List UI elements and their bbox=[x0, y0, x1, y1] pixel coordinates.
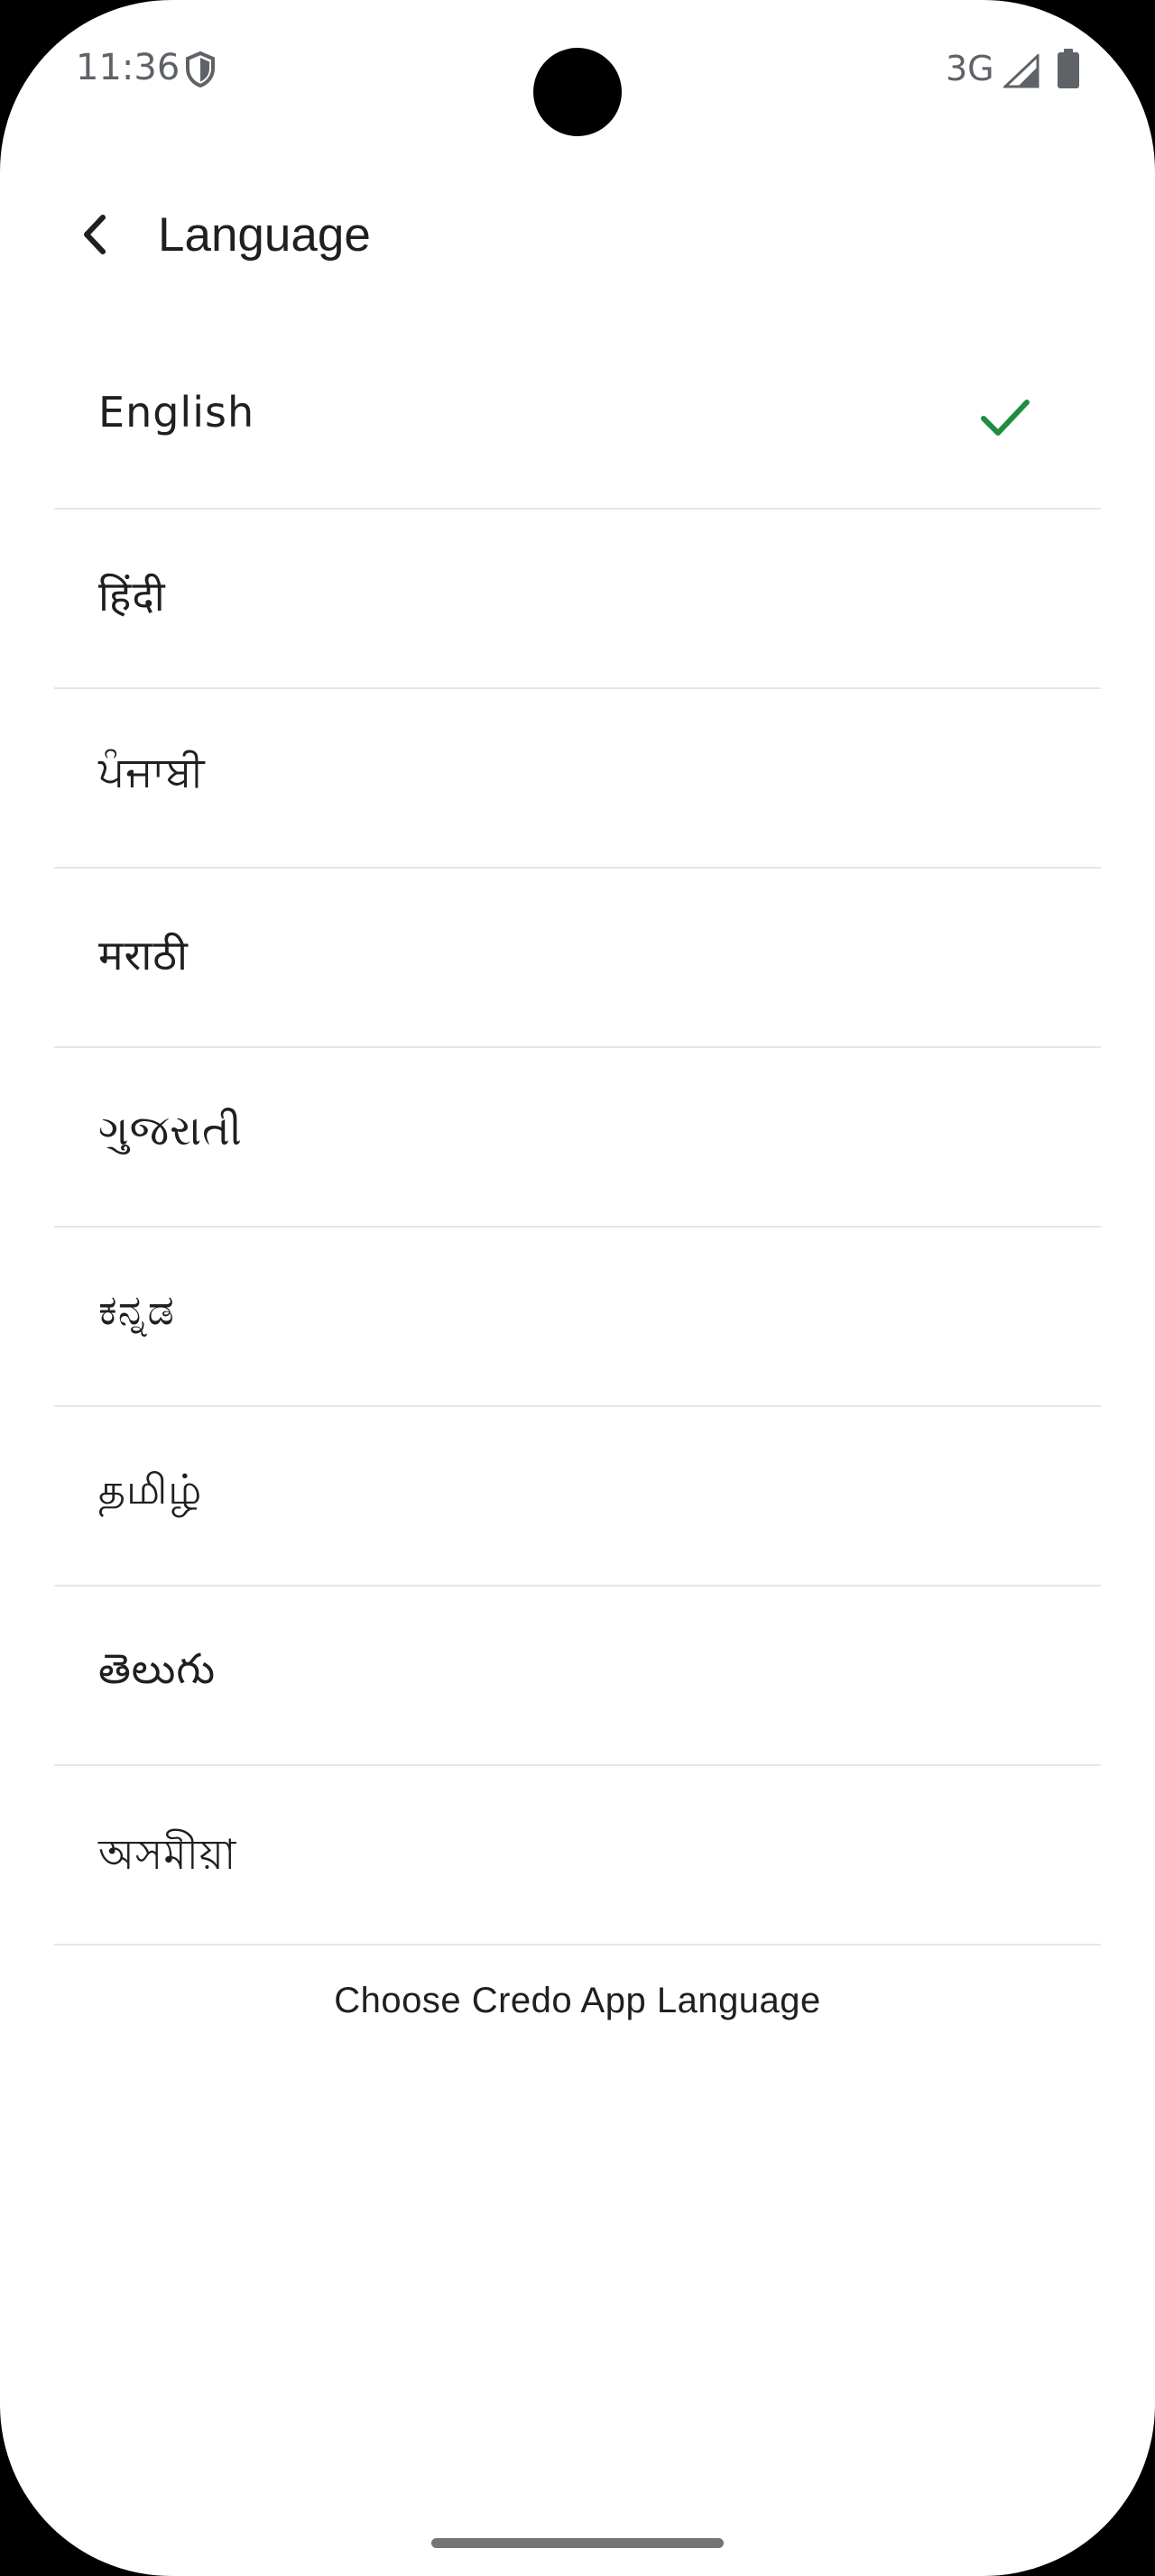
language-option-assamese[interactable]: অসমীয়া bbox=[54, 1766, 1101, 1946]
back-arrow-icon bbox=[84, 215, 106, 254]
language-label: मराठी bbox=[98, 931, 189, 980]
language-label: தமிழ் bbox=[98, 1465, 203, 1513]
network-type-label: 3G bbox=[946, 49, 994, 88]
shield-icon bbox=[186, 51, 215, 88]
language-option-english[interactable]: English bbox=[54, 330, 1101, 510]
page-title: Language bbox=[158, 208, 371, 262]
home-indicator[interactable] bbox=[431, 2538, 724, 2548]
language-option-tamil[interactable]: தமிழ் bbox=[54, 1407, 1101, 1587]
language-label: తెలుగు bbox=[98, 1644, 217, 1693]
check-icon bbox=[981, 400, 1030, 436]
back-button[interactable] bbox=[58, 198, 130, 271]
language-label: ਪੰਜਾਬੀ bbox=[98, 747, 206, 796]
battery-icon bbox=[1058, 49, 1079, 88]
signal-icon bbox=[1003, 54, 1040, 88]
camera-cutout bbox=[533, 48, 622, 136]
status-bar: 11:36 3G bbox=[0, 0, 1155, 136]
language-option-kannada[interactable]: ಕನ್ನಡ bbox=[54, 1228, 1101, 1407]
status-time: 11:36 bbox=[76, 47, 180, 88]
top-app-bar: Language bbox=[0, 180, 1155, 289]
language-option-gujarati[interactable]: ગુજરાતી bbox=[54, 1048, 1101, 1228]
footer-caption: Choose Credo App Language bbox=[334, 1981, 821, 2020]
language-list: English हिंदी ਪੰਜਾਬੀ मराठी ગુજરાતી ಕನ್ನಡ… bbox=[54, 330, 1101, 1946]
language-label: English bbox=[98, 388, 255, 437]
app-screen: 11:36 3G Language English हिंदी ਪੰਜਾਬੀ म… bbox=[0, 0, 1155, 2576]
language-label: ગુજરાતી bbox=[98, 1106, 243, 1155]
language-option-marathi[interactable]: मराठी bbox=[54, 869, 1101, 1048]
language-option-telugu[interactable]: తెలుగు bbox=[54, 1587, 1101, 1766]
language-option-hindi[interactable]: हिंदी bbox=[54, 510, 1101, 689]
language-label: हिंदी bbox=[98, 572, 166, 621]
language-label: ಕನ್ನಡ bbox=[98, 1285, 175, 1334]
language-label: অসমীয়া bbox=[98, 1830, 237, 1879]
language-option-punjabi[interactable]: ਪੰਜਾਬੀ bbox=[54, 689, 1101, 869]
